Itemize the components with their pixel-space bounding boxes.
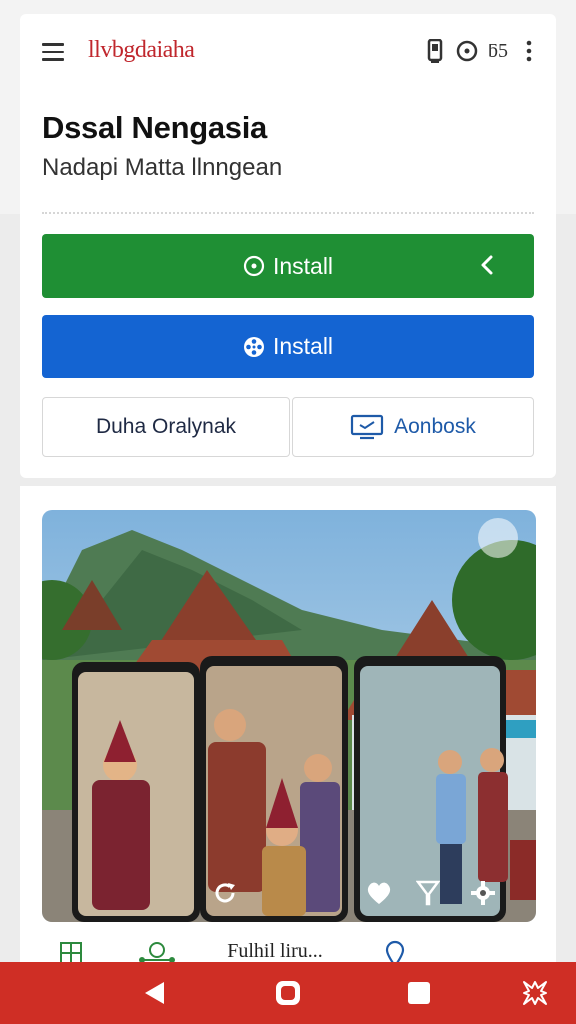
install-button-label: Install — [272, 252, 334, 279]
secondary-right-button[interactable]: Aonbosk — [292, 397, 534, 457]
screenshot-actions — [42, 878, 536, 908]
more-icon[interactable] — [518, 38, 540, 64]
menu-icon[interactable] — [42, 43, 64, 61]
tab-grid[interactable] — [56, 940, 86, 964]
app-title: Dssal Nengasia — [42, 110, 267, 145]
clock-icon[interactable] — [456, 38, 478, 64]
back-icon[interactable] — [140, 978, 170, 1008]
sparkle-badge-icon[interactable] — [478, 518, 518, 558]
system-nav-bar — [0, 962, 576, 1024]
close-icon[interactable] — [520, 978, 550, 1008]
filter-icon[interactable] — [413, 878, 443, 908]
grid-icon — [60, 942, 82, 964]
install-button[interactable]: Install — [42, 234, 534, 298]
app-detail-card: llvbgdaiaha ƃ5 Dssal Nengasia Nadapi Mat… — [20, 14, 556, 478]
location-icon — [385, 940, 405, 964]
top-app-bar: llvbgdaiaha ƃ5 — [20, 34, 556, 70]
install-secondary-button[interactable]: Install — [42, 315, 534, 378]
install-secondary-label: Install — [272, 333, 334, 359]
recents-icon[interactable] — [404, 978, 434, 1008]
heart-icon[interactable] — [364, 878, 394, 908]
store-brand[interactable]: llvbgdaiaha — [88, 37, 195, 64]
secondary-right-label: Aonbosk — [394, 415, 476, 438]
bottom-tabs: Fulhil liru... — [20, 932, 556, 964]
tab-network[interactable] — [132, 940, 182, 964]
refresh-icon[interactable] — [210, 878, 240, 908]
secondary-left-label: Duha Oralynak — [95, 415, 237, 438]
tab-location[interactable] — [380, 940, 410, 964]
clock-icon — [243, 255, 265, 277]
screenshot-section: Fulhil liru... — [20, 486, 556, 964]
top-actions: ƃ5 — [424, 38, 540, 64]
network-icon — [139, 942, 175, 963]
home-icon[interactable] — [273, 978, 303, 1008]
tab-details[interactable]: Fulhil liru... — [200, 940, 350, 964]
gear-icon[interactable] — [468, 878, 498, 908]
notification-count[interactable]: ƃ5 — [488, 40, 508, 63]
secondary-left-button[interactable]: Duha Oralynak — [42, 397, 290, 457]
screen-icon — [351, 414, 384, 440]
divider — [42, 212, 534, 214]
chevron-left-icon[interactable] — [480, 250, 494, 280]
app-screenshot[interactable] — [42, 510, 536, 922]
film-reel-icon — [243, 336, 264, 357]
app-developer[interactable]: Nadapi Matta llnngean — [42, 154, 282, 182]
phone-icon[interactable] — [424, 38, 446, 64]
tab-details-label: Fulhil liru... — [227, 940, 323, 962]
